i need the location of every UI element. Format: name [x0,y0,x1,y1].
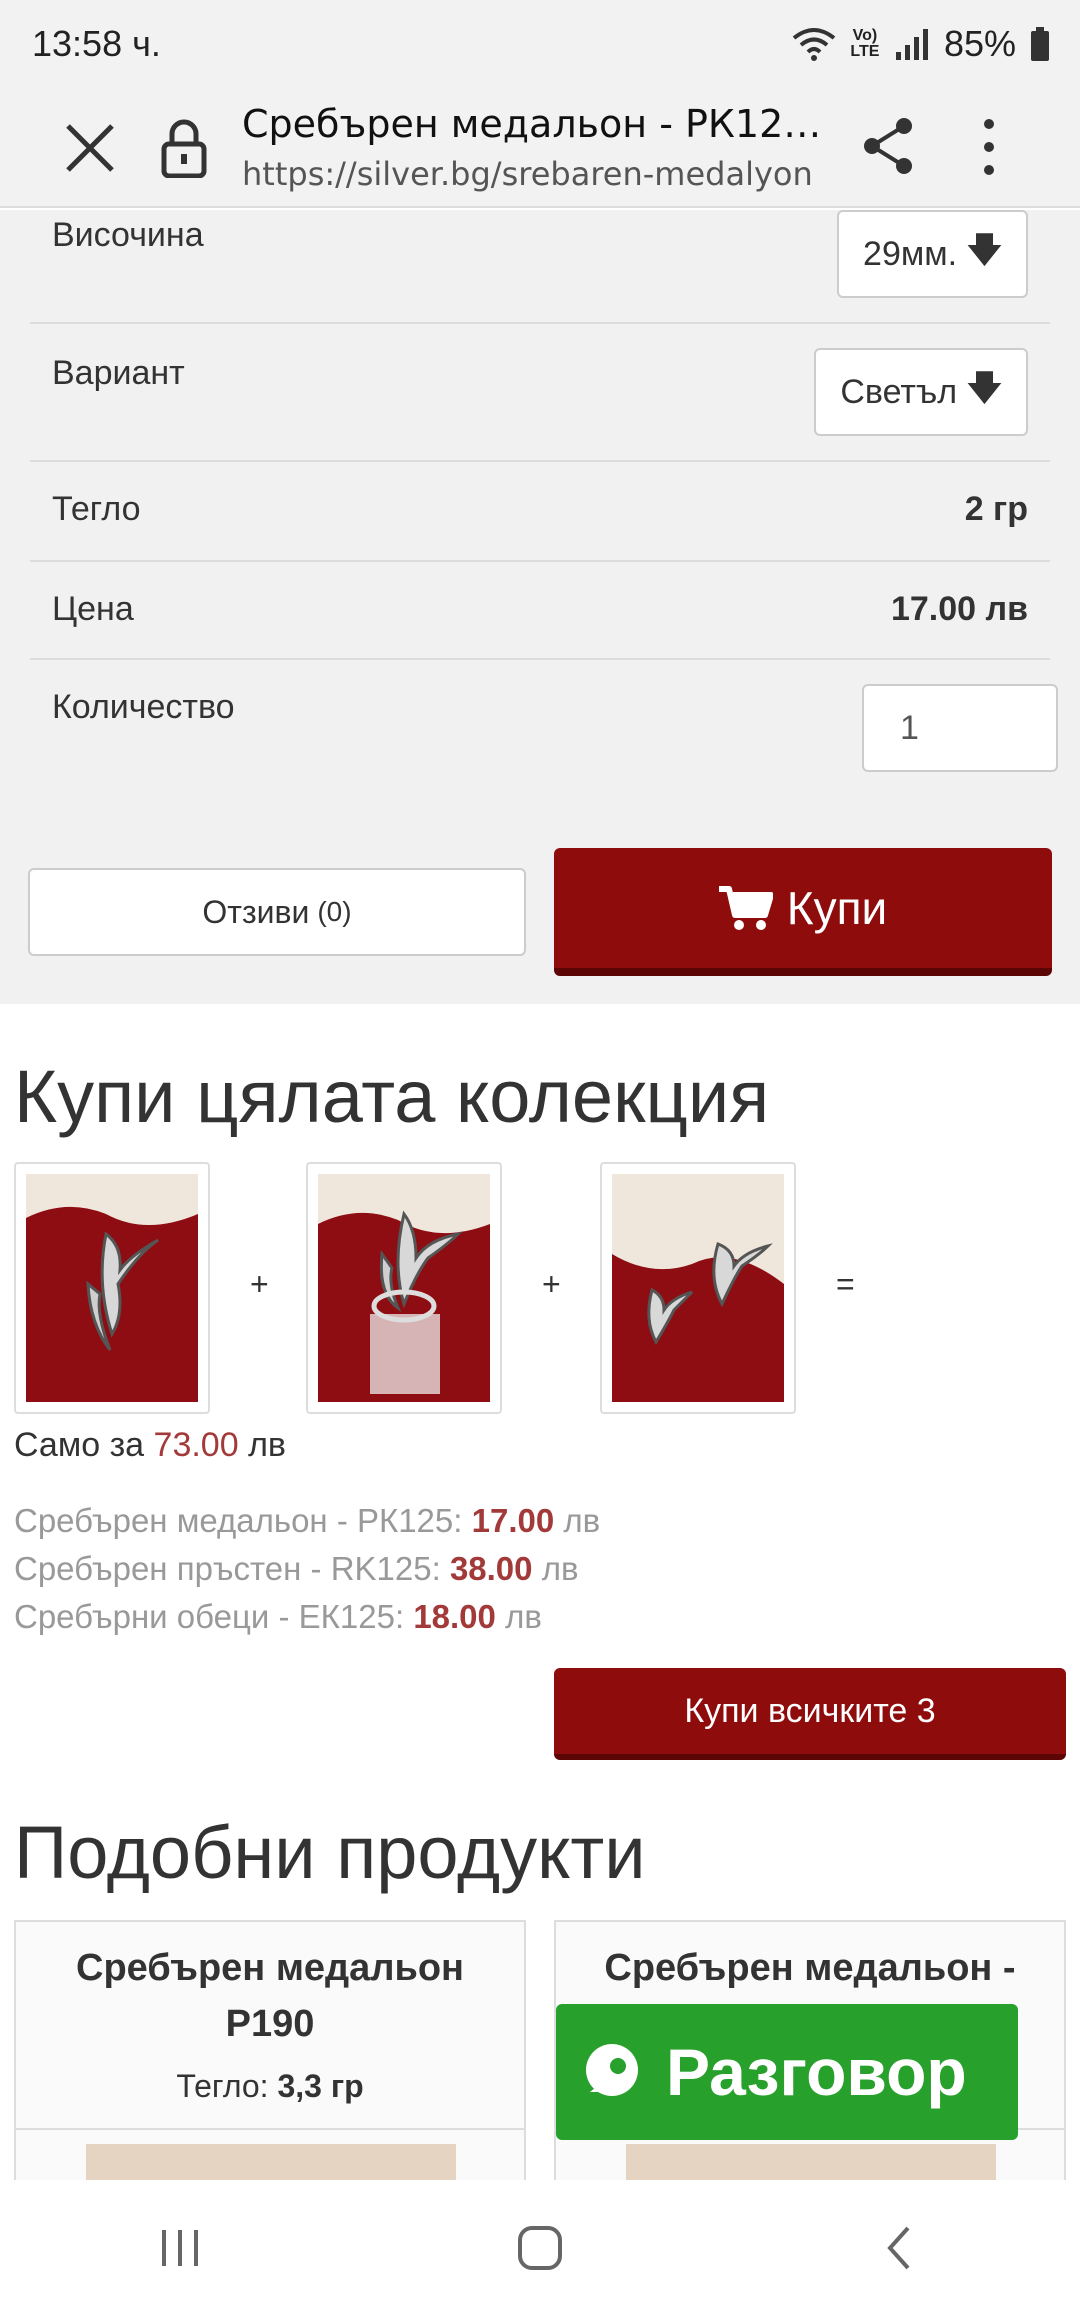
height-value: 29мм. [863,234,958,273]
collection-item-line: Сребърен медальон - РК125: 17.00 лв [14,1502,600,1540]
product-name: Сребърен медальон - [604,1947,1016,1989]
buy-button[interactable]: Купи [554,848,1052,976]
variant-label: Вариант [52,354,185,392]
browser-toolbar: Сребърен медальон - РК125... https://sil… [0,88,1080,208]
lock-icon[interactable] [160,118,208,178]
close-icon[interactable] [62,120,118,176]
quantity-input[interactable]: 1 [862,684,1058,772]
variant-row: Вариант Светъл 🡇 [30,324,1050,462]
arrow-down-icon: 🡇 [967,368,1002,407]
similar-product-card[interactable]: Сребърен медальон Р190 Тегло: 3,3 гр [14,1920,526,2184]
reviews-count: (0) [317,896,352,927]
item-price: 17.00 [471,1502,555,1539]
price-row: Цена 17.00 лв [30,562,1050,660]
item-currency: лв [505,1598,542,1635]
reviews-label: Отзиви [202,893,310,930]
share-icon[interactable] [860,116,916,176]
product-options-panel: Височина 29мм. 🡇 Вариант Светъл 🡇 Тегло … [0,210,1080,1004]
item-price: 18.00 [413,1598,496,1635]
weight-label: Тегло [52,490,141,528]
variant-value: Светъл [840,372,958,411]
collection-thumb-earrings[interactable] [600,1162,796,1414]
price-label: Цена [52,590,134,628]
collection-item-line: Сребърен пръстен - RK125: 38.00 лв [14,1550,579,1588]
back-icon[interactable] [876,2224,924,2272]
wifi-icon [792,28,836,61]
system-nav-bar [0,2180,1080,2316]
weight-label: Тегло: [176,2068,269,2104]
item-name: Сребърен медальон - РК125: [14,1502,463,1539]
buy-all-button[interactable]: Купи всичките 3 [554,1668,1066,1760]
item-currency: лв [541,1550,579,1587]
total-price: 73.00 [153,1426,239,1464]
item-name: Сребърен пръстен - RK125: [14,1550,441,1587]
height-row: Височина 29мм. 🡇 [30,210,1050,324]
earrings-image [612,1174,784,1402]
collection-title: Купи цялата колекция [14,1055,770,1138]
plus-sign: + [250,1266,269,1302]
quantity-label: Количество [52,688,235,726]
status-time: 13:58 ч. [32,23,161,64]
collection-thumb-ring[interactable] [306,1162,502,1414]
only-for-label: Само за [14,1426,145,1464]
equals-sign: = [836,1266,855,1302]
home-icon[interactable] [516,2224,564,2272]
arrow-down-icon: 🡇 [967,230,1002,269]
height-select[interactable]: 29мм. 🡇 [837,210,1028,298]
collection-items: + + = [14,1162,1074,1416]
status-icons: Vo) LTE 85% [792,23,1050,65]
product-image [626,2144,996,2184]
recent-apps-icon[interactable] [156,2224,204,2272]
weight-value: 3,3 гр [277,2068,364,2104]
pendant-image [26,1174,198,1402]
similar-title: Подобни продукти [14,1811,646,1894]
item-currency: лв [563,1502,601,1539]
plus-sign: + [542,1266,561,1302]
item-name: Сребърни обеци - ЕК125: [14,1598,405,1635]
chat-bubble-icon [586,2044,638,2096]
battery-percent: 85% [943,23,1016,64]
reviews-button[interactable]: Отзиви (0) [28,868,526,956]
chat-label: Разговор [666,2035,967,2109]
more-options-icon[interactable] [964,114,1014,180]
address-box[interactable]: Сребърен медальон - РК125... https://sil… [242,96,822,196]
card-divider [16,2128,524,2130]
ring-image [318,1174,490,1402]
product-weight: Тегло: 3,3 гр [16,2068,524,2105]
collection-thumb-pendant[interactable] [14,1162,210,1414]
product-image [86,2144,456,2184]
buy-label: Купи [786,882,888,934]
product-name: Сребърен медальон Р190 [76,1947,464,2045]
page-url: https://silver.bg/srebaren-medalyon [242,155,813,193]
total-currency: лв [248,1426,286,1464]
cart-icon [718,886,773,930]
height-label: Височина [52,216,204,254]
variant-select[interactable]: Светъл 🡇 [814,348,1028,436]
collection-total: Само за 73.00 лв [14,1426,286,1465]
item-price: 38.00 [449,1550,533,1587]
weight-row: Тегло 2 гр [30,462,1050,562]
page-title: Сребърен медальон - РК125... [242,102,822,146]
chat-button[interactable]: Разговор [556,2004,1018,2140]
battery-icon [1031,27,1049,61]
weight-value: 2 гр [964,490,1028,528]
volte-label: Vo) LTE [850,27,880,60]
status-bar: 13:58 ч. Vo) LTE 85% [0,0,1080,88]
signal-icon [895,29,928,60]
price-value: 17.00 лв [890,590,1028,628]
collection-item-line: Сребърни обеци - ЕК125: 18.00 лв [14,1598,542,1636]
